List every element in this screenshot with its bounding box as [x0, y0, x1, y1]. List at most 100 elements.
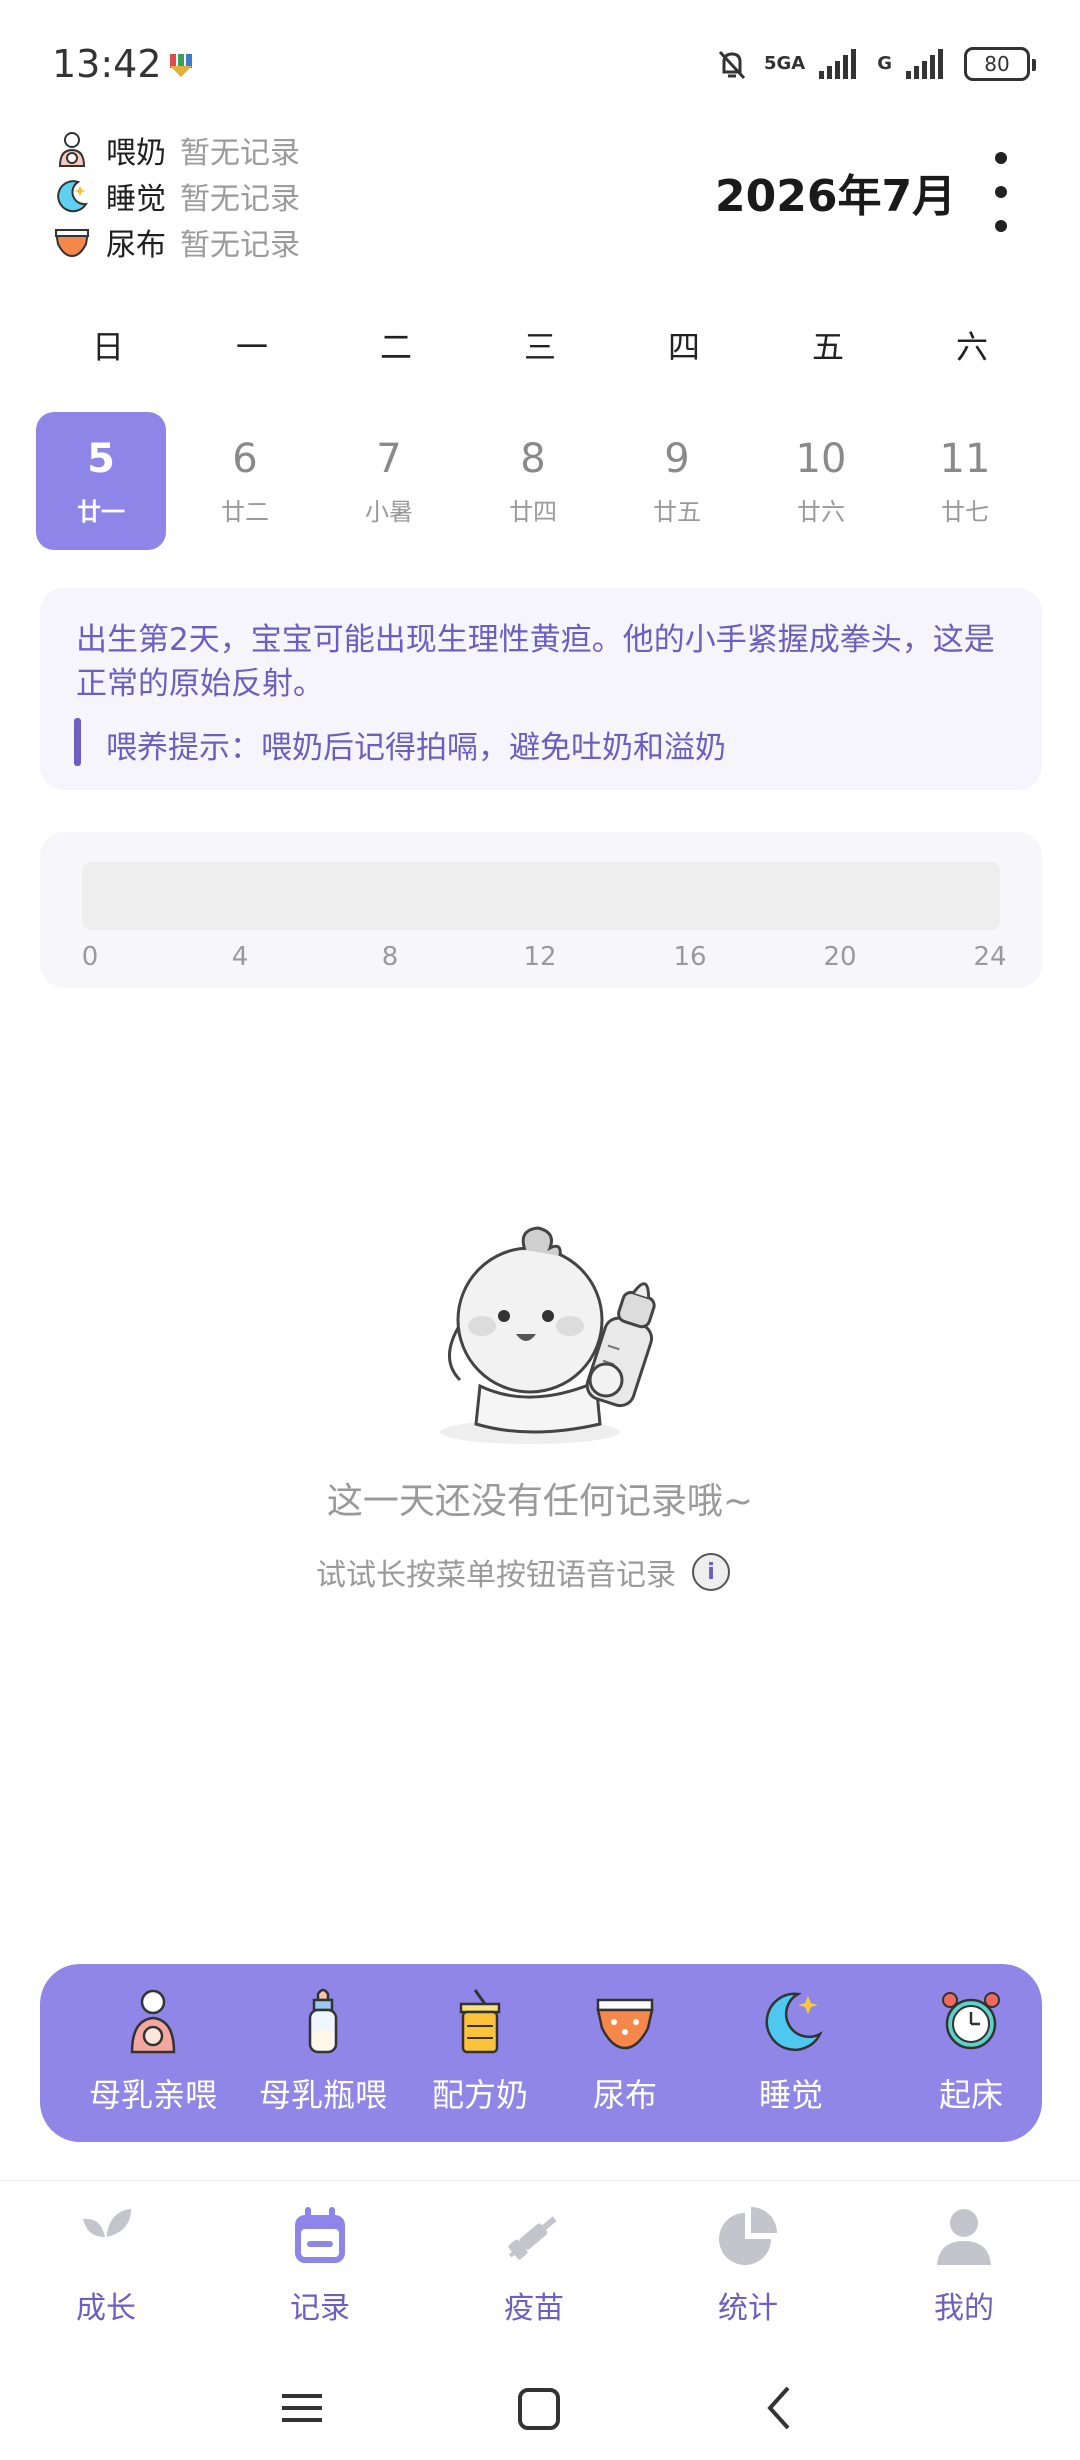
- day-cell[interactable]: 9 廿五: [605, 412, 749, 550]
- day-number: 7: [376, 435, 402, 482]
- quick-action-label: 睡觉: [758, 2076, 823, 2114]
- day-lunar: 小暑: [365, 497, 413, 526]
- nav-label: 记录: [290, 2291, 350, 2326]
- day-lunar: 廿二: [221, 497, 269, 526]
- weekday-label: 三: [523, 328, 556, 366]
- day-cell[interactable]: 8 廿四: [461, 412, 605, 550]
- day-number: 11: [939, 435, 991, 482]
- day-number: 5: [87, 435, 115, 482]
- timeline-tick: 20: [823, 942, 857, 972]
- month-title[interactable]: 2026年7月: [715, 160, 956, 224]
- summary-status: 暂无记录: [180, 228, 300, 263]
- syringe-icon: [508, 2216, 557, 2260]
- network-label-2: G: [877, 53, 892, 74]
- empty-state-hint: 试试长按菜单按钮语音记录 i: [316, 1550, 730, 1594]
- nav-records[interactable]: 记录: [240, 2203, 400, 2327]
- bottle-icon: [308, 1988, 338, 2054]
- mute-bell-icon: [718, 50, 746, 80]
- home-icon[interactable]: [518, 2388, 560, 2430]
- weekday-row: 日 一 二 三 四 五 六: [36, 322, 1044, 368]
- tip-accent-bar: [74, 718, 81, 766]
- day-number: 6: [232, 435, 258, 482]
- weekday-label: 六: [955, 328, 988, 366]
- date-row: 5 廿一 6 廿二 7 小暑 8 廿四 9 廿五 10 廿六 11 廿七: [36, 412, 1044, 550]
- nav-label: 我的: [934, 2291, 994, 2326]
- menu-icon[interactable]: [282, 2394, 322, 2422]
- quick-action-wake[interactable]: 起床: [886, 1986, 1042, 2116]
- dot: [995, 152, 1007, 164]
- day-cell[interactable]: 6 廿二: [173, 412, 317, 550]
- day-cell[interactable]: 7 小暑: [317, 412, 461, 550]
- hint-text: 试试长按菜单按钮语音记录: [316, 1558, 676, 1593]
- day-lunar: 廿五: [653, 497, 701, 526]
- moon-icon: [765, 1992, 823, 2052]
- quick-action-bottle[interactable]: 母乳瓶喂: [238, 1986, 408, 2116]
- quick-action-label: 母乳瓶喂: [258, 2076, 387, 2114]
- calendar-icon: [295, 2207, 345, 2263]
- day-lunar: 廿一: [77, 497, 125, 526]
- diaper-icon: [596, 1998, 654, 2050]
- breastfeed-icon: [130, 1989, 176, 2054]
- day-cell[interactable]: 11 廿七: [893, 412, 1037, 550]
- weekday-label: 一: [235, 328, 268, 366]
- summary-sleep[interactable]: 睡觉 暂无记录: [52, 174, 300, 218]
- feeding-icon: [58, 132, 86, 167]
- network-label-1: 5GA: [763, 53, 806, 74]
- quick-action-label: 母乳亲喂: [88, 2076, 217, 2114]
- leaf-icon: [83, 2209, 131, 2263]
- day-number: 10: [795, 435, 847, 482]
- timeline-tick: 12: [523, 942, 557, 972]
- summary-status: 暂无记录: [180, 136, 300, 171]
- weekday-label: 五: [811, 328, 844, 366]
- summary-label: 尿布: [106, 228, 166, 263]
- summary-feeding[interactable]: 喂奶 暂无记录: [52, 128, 300, 172]
- quick-action-label: 尿布: [592, 2076, 657, 2114]
- more-menu-button[interactable]: [986, 152, 1016, 232]
- summary-status: 暂无记录: [180, 182, 300, 217]
- user-icon: [937, 2209, 991, 2265]
- summary-label: 喂奶: [106, 136, 166, 171]
- summary-label: 睡觉: [106, 182, 166, 217]
- info-icon[interactable]: i: [692, 1553, 730, 1591]
- feeding-tip: 喂养提示：喂奶后记得拍嗝，避免吐奶和溢奶: [106, 730, 726, 766]
- timeline-tick: 24: [973, 942, 1007, 972]
- back-icon[interactable]: [767, 2386, 790, 2430]
- dot: [995, 220, 1007, 232]
- timeline-tick: 0: [81, 942, 99, 972]
- signal-icon-2: [906, 49, 943, 79]
- timeline-tick: 8: [381, 942, 399, 972]
- quick-action-bar: 母乳亲喂 母乳瓶喂 配方奶 尿布 睡觉 起床: [40, 1964, 1042, 2142]
- empty-state-title: 这一天还没有任何记录哦~: [326, 1481, 754, 1522]
- bottom-navigation: 成长 记录 疫苗 统计 我的: [0, 2180, 1080, 2341]
- day-number: 8: [520, 435, 546, 482]
- quick-action-breastfeed[interactable]: 母乳亲喂: [68, 1986, 238, 2116]
- summary-diaper[interactable]: 尿布 暂无记录: [52, 220, 300, 264]
- quick-action-label: 起床: [938, 2076, 1003, 2114]
- app-notification-icon: [168, 52, 194, 82]
- day-lunar: 廿六: [797, 497, 845, 526]
- nav-profile[interactable]: 我的: [884, 2203, 1044, 2327]
- alarm-clock-icon: [942, 1992, 1000, 2050]
- timeline-tick: 4: [231, 942, 249, 972]
- nav-vaccine[interactable]: 疫苗: [454, 2203, 614, 2327]
- baby-with-bottle-illustration: [440, 1226, 656, 1444]
- signal-icon: [819, 49, 857, 79]
- weekday-label: 二: [379, 328, 412, 366]
- tip-text: 出生第2天，宝宝可能出现生理性黄疸。他的小手紧握成拳头，这是正常的原始反射。: [76, 622, 995, 702]
- quick-action-sleep[interactable]: 睡觉: [706, 1986, 876, 2116]
- nav-label: 统计: [718, 2291, 778, 2326]
- system-navigation-bar: [282, 2386, 790, 2430]
- day-cell[interactable]: 10 廿六: [749, 412, 893, 550]
- nav-label: 成长: [76, 2291, 136, 2326]
- moon-icon: [57, 180, 88, 213]
- timeline-track[interactable]: [82, 862, 1000, 930]
- day-cell-selected[interactable]: 5 廿一: [36, 412, 166, 550]
- nav-growth[interactable]: 成长: [26, 2203, 186, 2327]
- battery-indicator: 80: [964, 47, 1036, 81]
- tip-card: 出生第2天，宝宝可能出现生理性黄疸。他的小手紧握成拳头，这是正常的原始反射。 喂…: [40, 588, 1042, 790]
- status-indicators: 5GA G 80: [714, 46, 1036, 82]
- nav-statistics[interactable]: 统计: [668, 2203, 828, 2327]
- day-lunar: 廿四: [509, 497, 557, 526]
- quick-action-diaper[interactable]: 尿布: [540, 1986, 710, 2116]
- formula-icon: [459, 1989, 501, 2054]
